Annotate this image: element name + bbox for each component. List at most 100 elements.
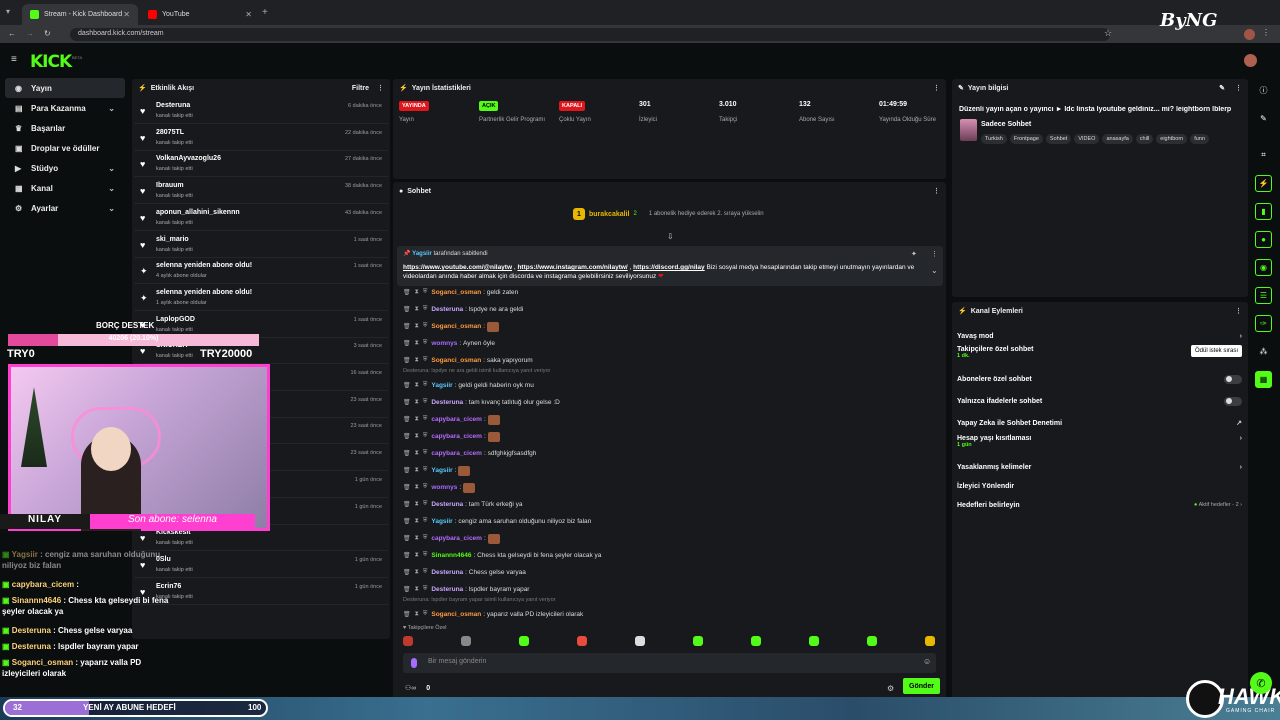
timeout-icon[interactable]: ⧗ <box>415 552 419 559</box>
emoji-icon[interactable]: ☺ <box>923 657 931 666</box>
subs-only-toggle[interactable] <box>1224 374 1242 384</box>
chat-message[interactable]: 🗑 ⧗ ⛨ Yagsiir: cengiz ama saruhan olduğunu … <box>403 514 591 529</box>
emote-button[interactable] <box>519 636 529 646</box>
chat-username[interactable]: Desteruna <box>431 501 463 508</box>
chat-message[interactable]: 🗑 ⧗ ⛨ Desteruna: lspdler bayram yapar <box>403 582 529 597</box>
sidebar-item-studyo[interactable]: ▶ Stüdyo ⌄ <box>5 158 125 178</box>
chat-message[interactable]: 🗑 ⧗ ⛨ Soganci_osman: <box>403 319 499 334</box>
scroll-down-icon[interactable]: ⇩ <box>667 232 674 241</box>
timeout-icon[interactable]: ⧗ <box>415 289 419 296</box>
chat-message[interactable]: 🗑 ⧗ ⛨ capybara_cicem: <box>403 429 500 444</box>
tag-chip[interactable]: Frontpage <box>1009 134 1043 144</box>
instagram-link[interactable]: https://www.instagram.com/nilaytw/ <box>517 264 627 271</box>
tab-search-icon[interactable]: ▾ <box>6 7 10 16</box>
activity-item[interactable]: ♥ 28075TL kanalı takip etti 22 dakika önce <box>134 126 388 151</box>
tag-chip[interactable]: Turkish <box>981 134 1007 144</box>
new-tab-icon[interactable]: + <box>262 7 268 18</box>
ban-icon[interactable]: ⛨ <box>423 340 428 347</box>
activity-item[interactable]: ♥ VolkanAyvazoglu26 kanalı takip etti 27 da… <box>134 152 388 178</box>
list-icon[interactable]: ☰ <box>1255 287 1272 304</box>
chat-message[interactable]: 🗑 ⧗ ⛨ Yagsiir: geldi geldi haberin oyk mu <box>403 378 534 393</box>
emote-button[interactable] <box>577 636 587 646</box>
reload-icon[interactable]: ↻ <box>44 29 51 38</box>
timeout-icon[interactable]: ⧗ <box>415 382 419 389</box>
chat-username[interactable]: Yagsiir <box>431 467 452 474</box>
delete-icon[interactable]: 🗑 <box>403 484 411 491</box>
chat-username[interactable]: Desteruna <box>431 569 463 576</box>
chat-username[interactable]: Yagsiir <box>431 518 452 525</box>
activity-item[interactable]: ♥ Ecrin76 kanalı takip etti 1 gün önce <box>134 580 388 605</box>
unpin-icon[interactable]: ✦ <box>911 250 917 258</box>
timeout-icon[interactable]: ⧗ <box>415 535 419 542</box>
activity-item[interactable]: ♥ ski_mario kanalı takip etti 1 saat önce <box>134 233 388 258</box>
sidebar-item-kanal[interactable]: ▦ Kanal ⌄ <box>5 178 125 198</box>
ban-icon[interactable]: ⛨ <box>423 552 428 559</box>
ban-icon[interactable]: ⛨ <box>423 399 428 406</box>
delete-icon[interactable]: 🗑 <box>403 416 411 423</box>
ban-icon[interactable]: ⛨ <box>423 450 428 457</box>
chat-bubble-icon[interactable]: ● <box>1255 231 1272 248</box>
chat-username[interactable]: womnys <box>431 340 457 347</box>
browser-menu-icon[interactable]: ⋮ <box>1262 28 1270 37</box>
chat-message[interactable]: 🗑 ⧗ ⛨ womnys: <box>403 480 475 495</box>
chat-username[interactable]: capybara_cicem <box>431 535 482 542</box>
chat-username[interactable]: Soganci_osman <box>431 323 481 330</box>
timeout-icon[interactable]: ⧗ <box>415 611 419 618</box>
emote-button[interactable] <box>403 636 413 646</box>
info-icon[interactable]: ⓘ <box>1255 82 1272 99</box>
ban-icon[interactable]: ⛨ <box>423 467 428 474</box>
ban-icon[interactable]: ⛨ <box>423 357 428 364</box>
chevron-down-icon[interactable]: ⌄ <box>931 266 938 275</box>
back-icon[interactable]: ← <box>8 29 16 38</box>
timeout-icon[interactable]: ⧗ <box>415 450 419 457</box>
delete-icon[interactable]: 🗑 <box>403 552 411 559</box>
chat-message[interactable]: 🗑 ⧗ ⛨ capybara_cicem: sdfghkjgfsasdfgh <box>403 446 536 461</box>
emote-button[interactable] <box>867 636 877 646</box>
chat-username[interactable]: Desteruna <box>431 399 463 406</box>
emote-button[interactable] <box>809 636 819 646</box>
ban-icon[interactable]: ⛨ <box>423 611 428 618</box>
more-options-icon[interactable]: ⋮ <box>933 187 940 195</box>
ban-icon[interactable]: ⛨ <box>423 535 428 542</box>
chat-message[interactable]: 🗑 ⧗ ⛨ capybara_cicem: <box>403 412 500 427</box>
close-tab-icon[interactable]: ✕ <box>245 10 252 19</box>
reward-queue-icon[interactable]: ⁂ <box>1255 343 1272 360</box>
tab-kick-dashboard[interactable]: Stream - Kick Dashboard ✕ <box>22 4 138 25</box>
timeout-icon[interactable]: ⧗ <box>415 586 419 593</box>
timeout-icon[interactable]: ⧗ <box>415 484 419 491</box>
edit-icon[interactable]: ✎ <box>1219 84 1225 92</box>
tag-chip[interactable]: chill <box>1135 134 1154 144</box>
bookmark-star-icon[interactable]: ☆ <box>1104 28 1112 39</box>
chat-username[interactable]: Soganci_osman <box>431 611 481 618</box>
profile-avatar[interactable] <box>1244 29 1255 40</box>
hamburger-menu-icon[interactable]: ≡ <box>11 54 17 65</box>
forward-icon[interactable]: → <box>26 29 34 38</box>
ban-icon[interactable]: ⛨ <box>423 416 428 423</box>
chat-username[interactable]: capybara_cicem <box>431 433 482 440</box>
chat-username[interactable]: capybara_cicem <box>431 450 482 457</box>
sidebar-item-yayin[interactable]: ◉ Yayın <box>5 78 125 98</box>
broadcast-icon[interactable]: ◉ <box>1255 259 1272 276</box>
more-options-icon[interactable]: ⋮ <box>377 84 384 92</box>
chat-message[interactable]: 🗑 ⧗ ⛨ Desteruna: Chess gelse varyaa <box>403 565 526 580</box>
timeout-icon[interactable]: ⧗ <box>415 501 419 508</box>
chat-username[interactable]: Soganci_osman <box>431 289 481 296</box>
account-age-row[interactable]: Hesap yaşı kısıtlaması 1 gün › <box>957 435 1242 457</box>
timeout-icon[interactable]: ⧗ <box>415 433 419 440</box>
chat-message[interactable]: 🗑 ⧗ ⛨ Soganci_osman: geldi zaten <box>403 285 518 300</box>
timeout-icon[interactable]: ⧗ <box>415 357 419 364</box>
ban-icon[interactable]: ⛨ <box>423 501 428 508</box>
close-tab-icon[interactable]: ✕ <box>123 10 130 19</box>
activity-item[interactable]: ♥ 0Slu kanalı takip etti 1 gün önce <box>134 553 388 578</box>
ban-icon[interactable]: ⛨ <box>423 433 428 440</box>
chat-settings-icon[interactable]: ⚙ <box>887 684 894 693</box>
ban-icon[interactable]: ⛨ <box>423 569 428 576</box>
timeout-icon[interactable]: ⧗ <box>415 467 419 474</box>
delete-icon[interactable]: 🗑 <box>403 535 411 542</box>
sidebar-item-basarilar[interactable]: ♛ Başarılar <box>5 118 125 138</box>
delete-icon[interactable]: 🗑 <box>403 399 411 406</box>
banned-words-row[interactable]: Yasaklanmış kelimeler › <box>957 459 1242 475</box>
timeout-icon[interactable]: ⧗ <box>415 306 419 313</box>
ban-icon[interactable]: ⛨ <box>423 323 428 330</box>
wrench-icon[interactable]: ✑ <box>1255 315 1272 332</box>
